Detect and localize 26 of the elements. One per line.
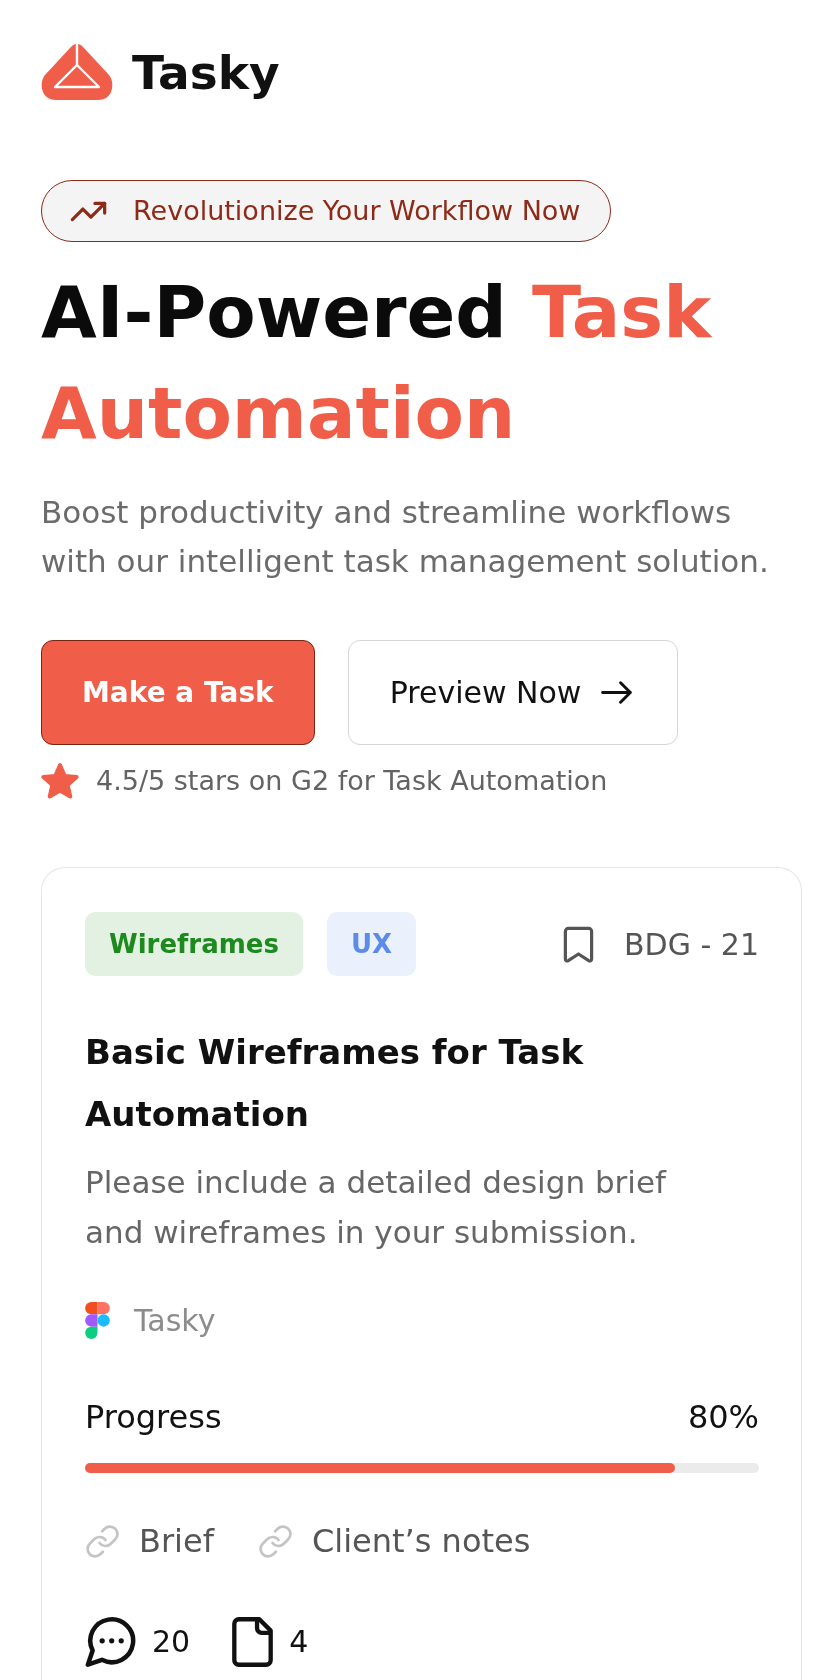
link-icon	[257, 1524, 293, 1558]
file-count: 4	[289, 1623, 309, 1661]
trend-up-icon	[70, 200, 107, 222]
comment-icon	[85, 1617, 136, 1667]
attachment-link[interactable]: Brief	[85, 1521, 214, 1561]
attachment-link[interactable]: Client’s notes	[257, 1521, 531, 1561]
secondary-button[interactable]: Preview Now	[347, 640, 679, 745]
progress-value: 80%	[687, 1397, 759, 1437]
task-description: Please include a detailed design brief and wireframes in your submission.	[85, 1163, 668, 1252]
progress-label: Progress	[85, 1397, 222, 1437]
task-code: BDG - 21	[624, 926, 759, 962]
link-icon	[85, 1524, 120, 1558]
app-logo-icon	[85, 1302, 110, 1339]
task-title: Basic Wireframes for Task Automation	[85, 1031, 585, 1136]
comment-count: 20	[152, 1623, 191, 1661]
badge-text: Revolutionize Your Workflow Now	[133, 194, 581, 228]
document-icon	[232, 1617, 274, 1667]
tag: UX	[326, 912, 417, 976]
logo-icon	[41, 43, 113, 101]
hero-heading: AI-Powered Task Automation	[41, 269, 713, 457]
tag: Wireframes	[85, 912, 303, 976]
project-name: Tasky	[134, 1302, 216, 1339]
arrow-right-icon	[601, 681, 633, 704]
star-icon	[41, 762, 79, 800]
hero-subtitle: Boost productivity and streamline workflows with our intelligent task management solution.	[41, 493, 770, 581]
rating-text: 4.5/5 stars on G2 for Task Automation	[96, 764, 608, 798]
